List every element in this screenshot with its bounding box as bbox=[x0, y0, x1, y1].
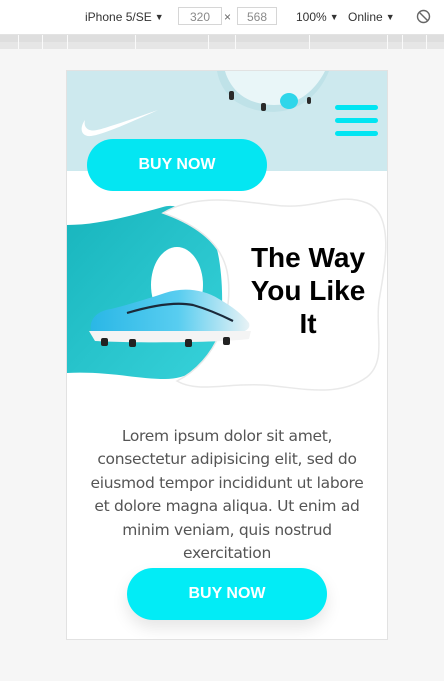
ruler-tick bbox=[18, 35, 19, 49]
zoom-select-label: 100% bbox=[296, 10, 327, 24]
media-query-ruler bbox=[0, 35, 444, 49]
chevron-down-icon: ▼ bbox=[329, 12, 339, 22]
ruler-tick bbox=[208, 35, 209, 49]
chevron-down-icon: ▼ bbox=[385, 12, 395, 22]
ruler-tick bbox=[426, 35, 427, 49]
hamburger-menu-icon[interactable] bbox=[335, 105, 378, 138]
buy-now-button-top[interactable]: BUY NOW bbox=[87, 139, 267, 191]
ruler-tick bbox=[387, 35, 388, 49]
device-toolbar: iPhone 5/SE ▼ 320 × 568 100% ▼ Online ▼ bbox=[0, 0, 444, 35]
device-viewport: BUY NOW The Way You Like It Lorem ipsum … bbox=[67, 71, 387, 639]
header-shoe-image bbox=[217, 71, 329, 112]
buy-now-button-bottom[interactable]: BUY NOW bbox=[127, 568, 327, 620]
ruler-tick bbox=[402, 35, 403, 49]
ruler-tick bbox=[235, 35, 236, 49]
device-select[interactable]: iPhone 5/SE ▼ bbox=[85, 10, 164, 24]
body-description: Lorem ipsum dolor sit amet, consectetur … bbox=[90, 426, 364, 563]
ruler-tick bbox=[42, 35, 43, 49]
dimension-separator: × bbox=[224, 10, 232, 24]
width-input[interactable]: 320 bbox=[178, 7, 222, 25]
hero-title: The Way You Like It bbox=[250, 242, 366, 339]
chevron-down-icon: ▼ bbox=[154, 12, 164, 22]
ruler-tick bbox=[309, 35, 310, 49]
height-input[interactable]: 568 bbox=[237, 7, 277, 25]
network-throttle-select[interactable]: Online ▼ bbox=[348, 10, 395, 24]
nike-swoosh-icon[interactable] bbox=[77, 106, 159, 138]
rotate-icon[interactable] bbox=[416, 9, 431, 24]
ruler-tick bbox=[135, 35, 136, 49]
network-select-label: Online bbox=[348, 10, 383, 24]
zoom-select[interactable]: 100% ▼ bbox=[296, 10, 339, 24]
device-select-label: iPhone 5/SE bbox=[85, 10, 152, 24]
ruler-tick bbox=[67, 35, 68, 49]
